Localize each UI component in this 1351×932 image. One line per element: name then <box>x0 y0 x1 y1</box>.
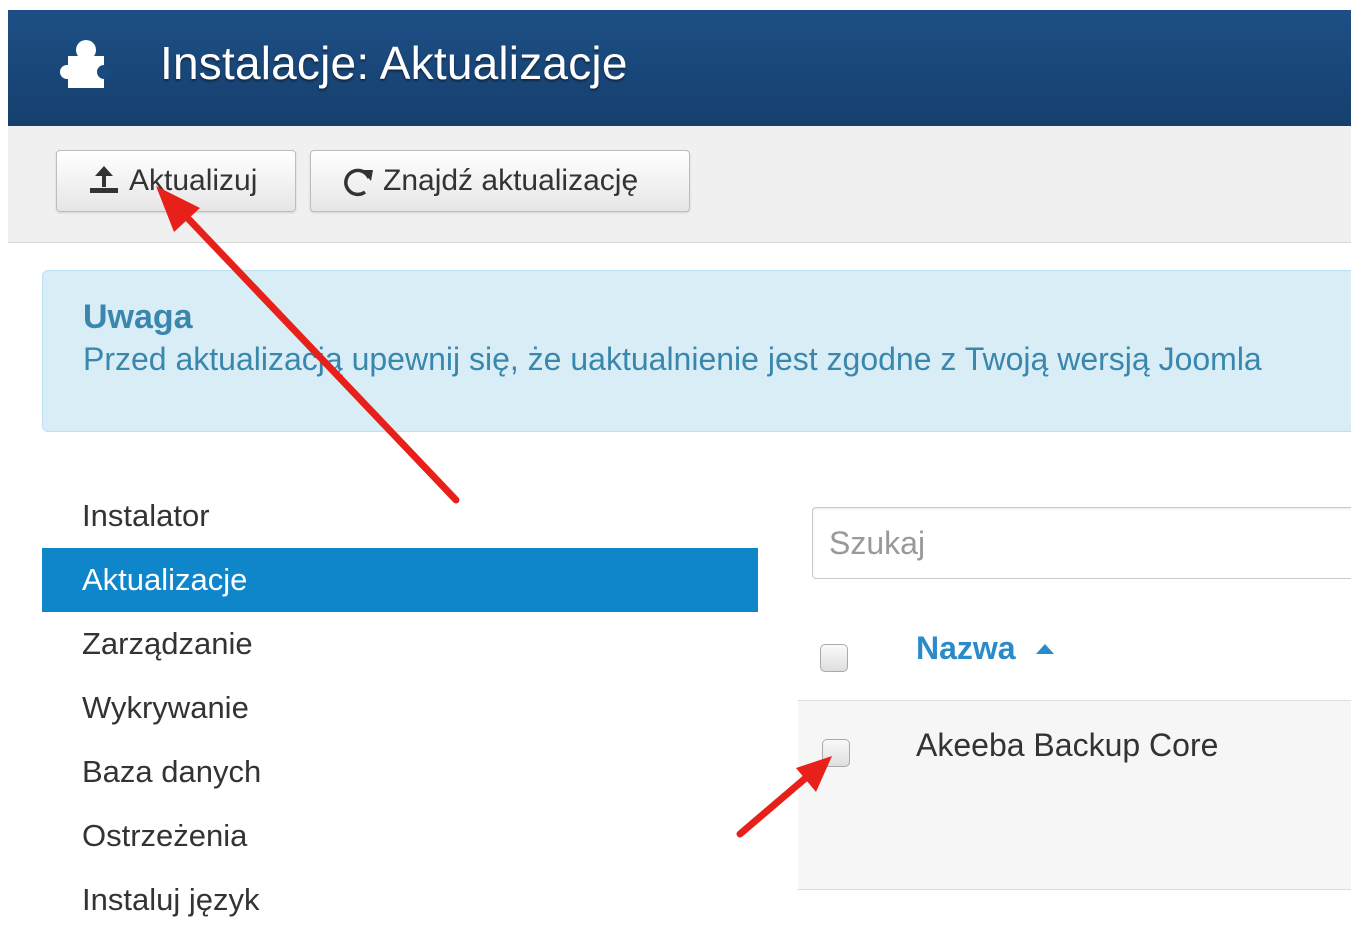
sidebar-item-zarzadzanie[interactable]: Zarządzanie <box>42 612 758 676</box>
select-all-checkbox[interactable] <box>820 644 848 672</box>
sidebar-item-baza-danych[interactable]: Baza danych <box>42 740 758 804</box>
toolbar: Aktualizuj Znajdź aktualizację <box>8 126 1351 243</box>
alert-message: Przed aktualizacją upewnij się, że uaktu… <box>83 341 1262 377</box>
caret-up-icon <box>1035 643 1054 654</box>
refresh-icon <box>344 168 373 197</box>
alert-heading: Uwaga <box>83 298 193 336</box>
table-row: Akeeba Backup Core <box>798 700 1351 890</box>
upload-icon <box>90 166 118 193</box>
sidebar-item-ostrzezenia[interactable]: Ostrzeżenia <box>42 804 758 868</box>
warning-alert: Uwaga Przed aktualizacją upewnij się, że… <box>42 270 1351 432</box>
column-header-name-label: Nazwa <box>916 630 1016 666</box>
update-button-label: Aktualizuj <box>129 164 258 197</box>
sidebar-item-aktualizacje[interactable]: Aktualizacje <box>42 548 758 612</box>
sidebar-item-instaluj-jezyk[interactable]: Instaluj język <box>42 868 758 932</box>
search-input[interactable] <box>812 507 1351 579</box>
page-title: Instalacje: Aktualizacje <box>160 37 628 89</box>
find-updates-button[interactable]: Znajdź aktualizację <box>310 150 690 212</box>
find-updates-button-label: Znajdź aktualizację <box>383 164 639 197</box>
page-header: Instalacje: Aktualizacje <box>8 10 1351 126</box>
puzzle-icon <box>60 40 111 88</box>
sidebar-item-wykrywanie[interactable]: Wykrywanie <box>42 676 758 740</box>
extension-name: Akeeba Backup Core <box>916 727 1219 763</box>
sidebar-nav: Instalator Aktualizacje Zarządzanie Wykr… <box>42 484 758 932</box>
update-button[interactable]: Aktualizuj <box>56 150 296 212</box>
row-checkbox[interactable] <box>822 739 850 767</box>
column-header-name[interactable]: Nazwa <box>916 630 1056 667</box>
sidebar-item-instalator[interactable]: Instalator <box>42 484 758 548</box>
